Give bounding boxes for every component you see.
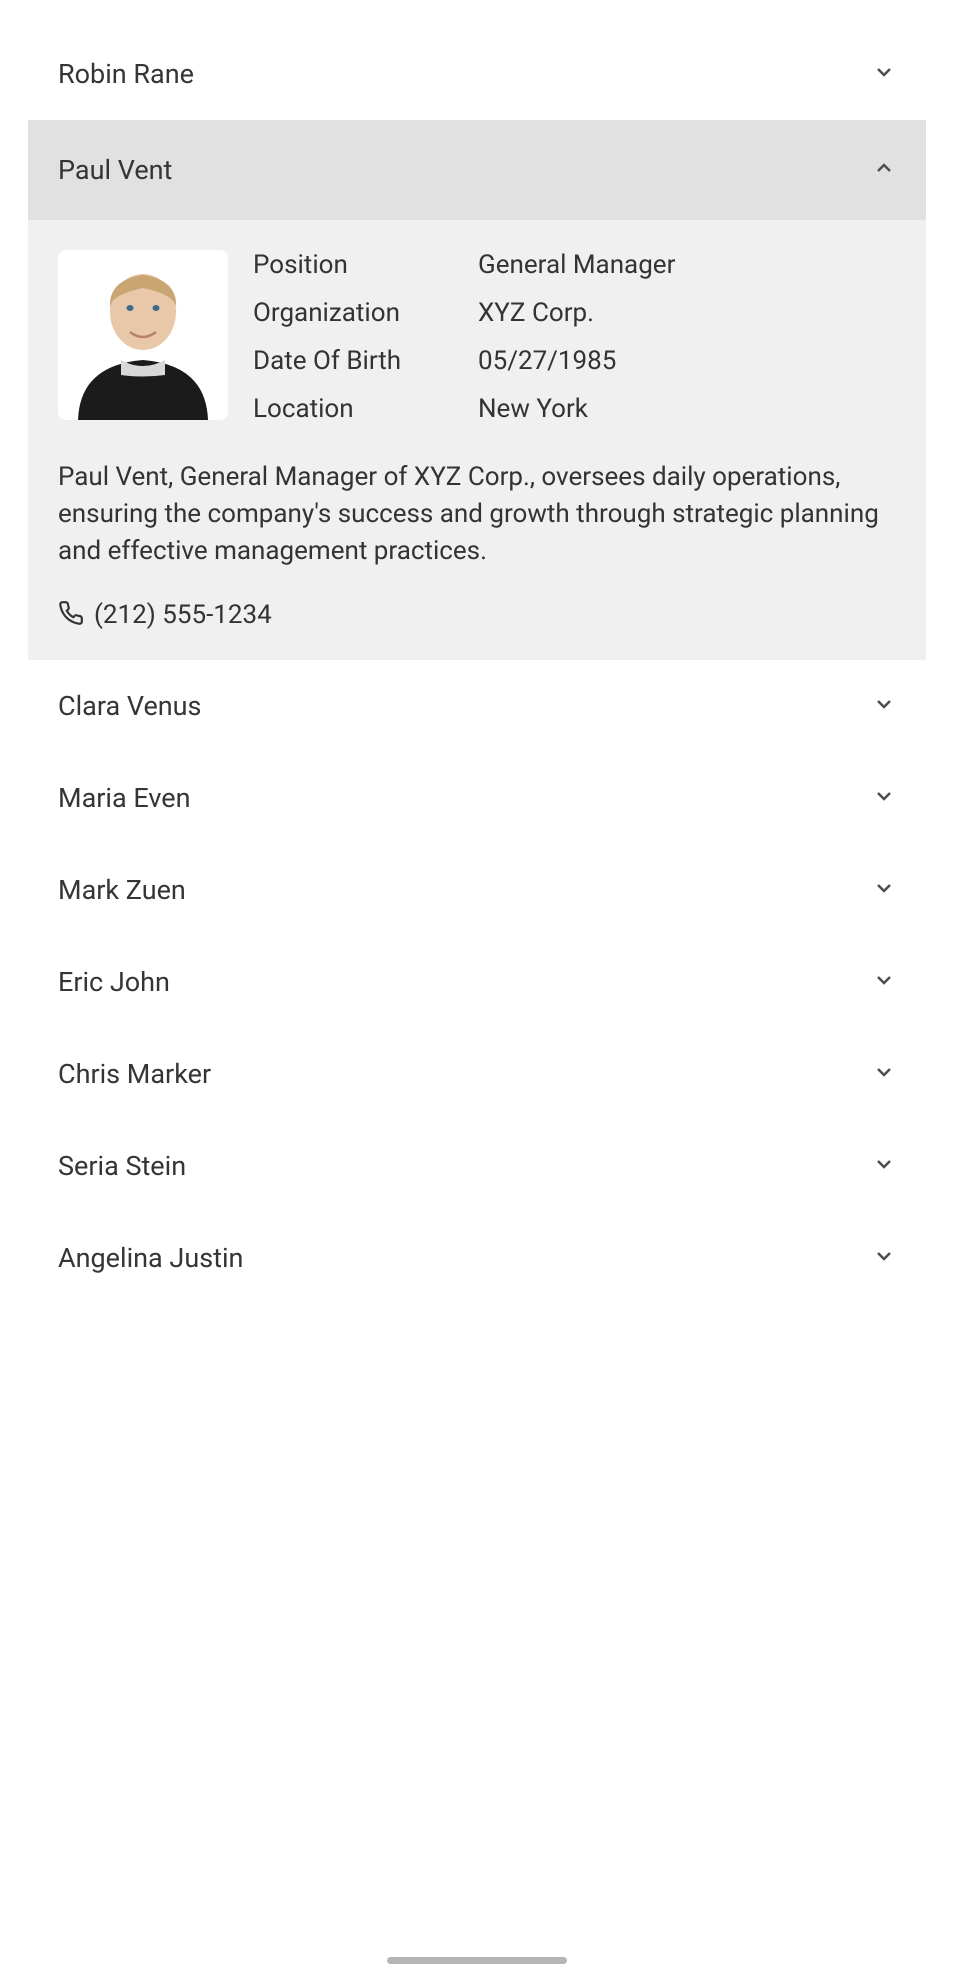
chevron-down-icon <box>872 784 896 812</box>
accordion-header-robin-rane[interactable]: Robin Rane <box>28 28 926 120</box>
detail-label: Location <box>253 394 478 424</box>
accordion-header-chris-marker[interactable]: Chris Marker <box>28 1028 926 1120</box>
chevron-down-icon <box>872 60 896 88</box>
accordion-header-clara-venus[interactable]: Clara Venus <box>28 660 926 752</box>
accordion-title: Mark Zuen <box>58 874 186 906</box>
detail-label: Organization <box>253 298 478 328</box>
detail-dob: Date Of Birth 05/27/1985 <box>253 346 896 376</box>
home-indicator[interactable] <box>387 1957 567 1964</box>
accordion-header-maria-even[interactable]: Maria Even <box>28 752 926 844</box>
accordion-item: Angelina Justin <box>28 1212 926 1304</box>
accordion-item: Seria Stein <box>28 1120 926 1212</box>
accordion-header-angelina-justin[interactable]: Angelina Justin <box>28 1212 926 1304</box>
avatar <box>58 250 228 420</box>
contact-list: Robin Rane Paul Vent <box>0 0 954 1332</box>
phone-number: (212) 555-1234 <box>94 600 272 630</box>
detail-value: New York <box>478 394 588 424</box>
chevron-down-icon <box>872 876 896 904</box>
phone-icon <box>58 600 84 630</box>
chevron-down-icon <box>872 968 896 996</box>
accordion-item: Clara Venus <box>28 660 926 752</box>
accordion-content: Position General Manager Organization XY… <box>28 220 926 660</box>
profile-details: Position General Manager Organization XY… <box>253 250 896 424</box>
detail-label: Date Of Birth <box>253 346 478 376</box>
accordion-title: Eric John <box>58 966 170 998</box>
accordion-header-paul-vent[interactable]: Paul Vent <box>28 120 926 220</box>
accordion-title: Paul Vent <box>58 154 172 186</box>
accordion-title: Seria Stein <box>58 1150 186 1182</box>
accordion-title: Angelina Justin <box>58 1242 243 1274</box>
accordion-item: Paul Vent <box>28 120 926 660</box>
accordion-header-seria-stein[interactable]: Seria Stein <box>28 1120 926 1212</box>
profile-description: Paul Vent, General Manager of XYZ Corp.,… <box>58 459 896 570</box>
accordion-title: Robin Rane <box>58 58 194 90</box>
detail-value: General Manager <box>478 250 675 280</box>
profile-row: Position General Manager Organization XY… <box>58 250 896 424</box>
chevron-down-icon <box>872 692 896 720</box>
chevron-down-icon <box>872 1152 896 1180</box>
accordion-header-mark-zuen[interactable]: Mark Zuen <box>28 844 926 936</box>
chevron-down-icon <box>872 1244 896 1272</box>
accordion-item: Mark Zuen <box>28 844 926 936</box>
accordion-item: Chris Marker <box>28 1028 926 1120</box>
detail-position: Position General Manager <box>253 250 896 280</box>
chevron-up-icon <box>872 156 896 184</box>
accordion-header-eric-john[interactable]: Eric John <box>28 936 926 1028</box>
accordion-title: Clara Venus <box>58 690 202 722</box>
detail-label: Position <box>253 250 478 280</box>
detail-organization: Organization XYZ Corp. <box>253 298 896 328</box>
accordion-item: Robin Rane <box>28 28 926 120</box>
accordion-item: Eric John <box>28 936 926 1028</box>
phone-row[interactable]: (212) 555-1234 <box>58 600 896 630</box>
chevron-down-icon <box>872 1060 896 1088</box>
accordion-title: Chris Marker <box>58 1058 211 1090</box>
detail-value: XYZ Corp. <box>478 298 594 328</box>
accordion-item: Maria Even <box>28 752 926 844</box>
accordion-title: Maria Even <box>58 782 191 814</box>
detail-value: 05/27/1985 <box>478 346 616 376</box>
detail-location: Location New York <box>253 394 896 424</box>
